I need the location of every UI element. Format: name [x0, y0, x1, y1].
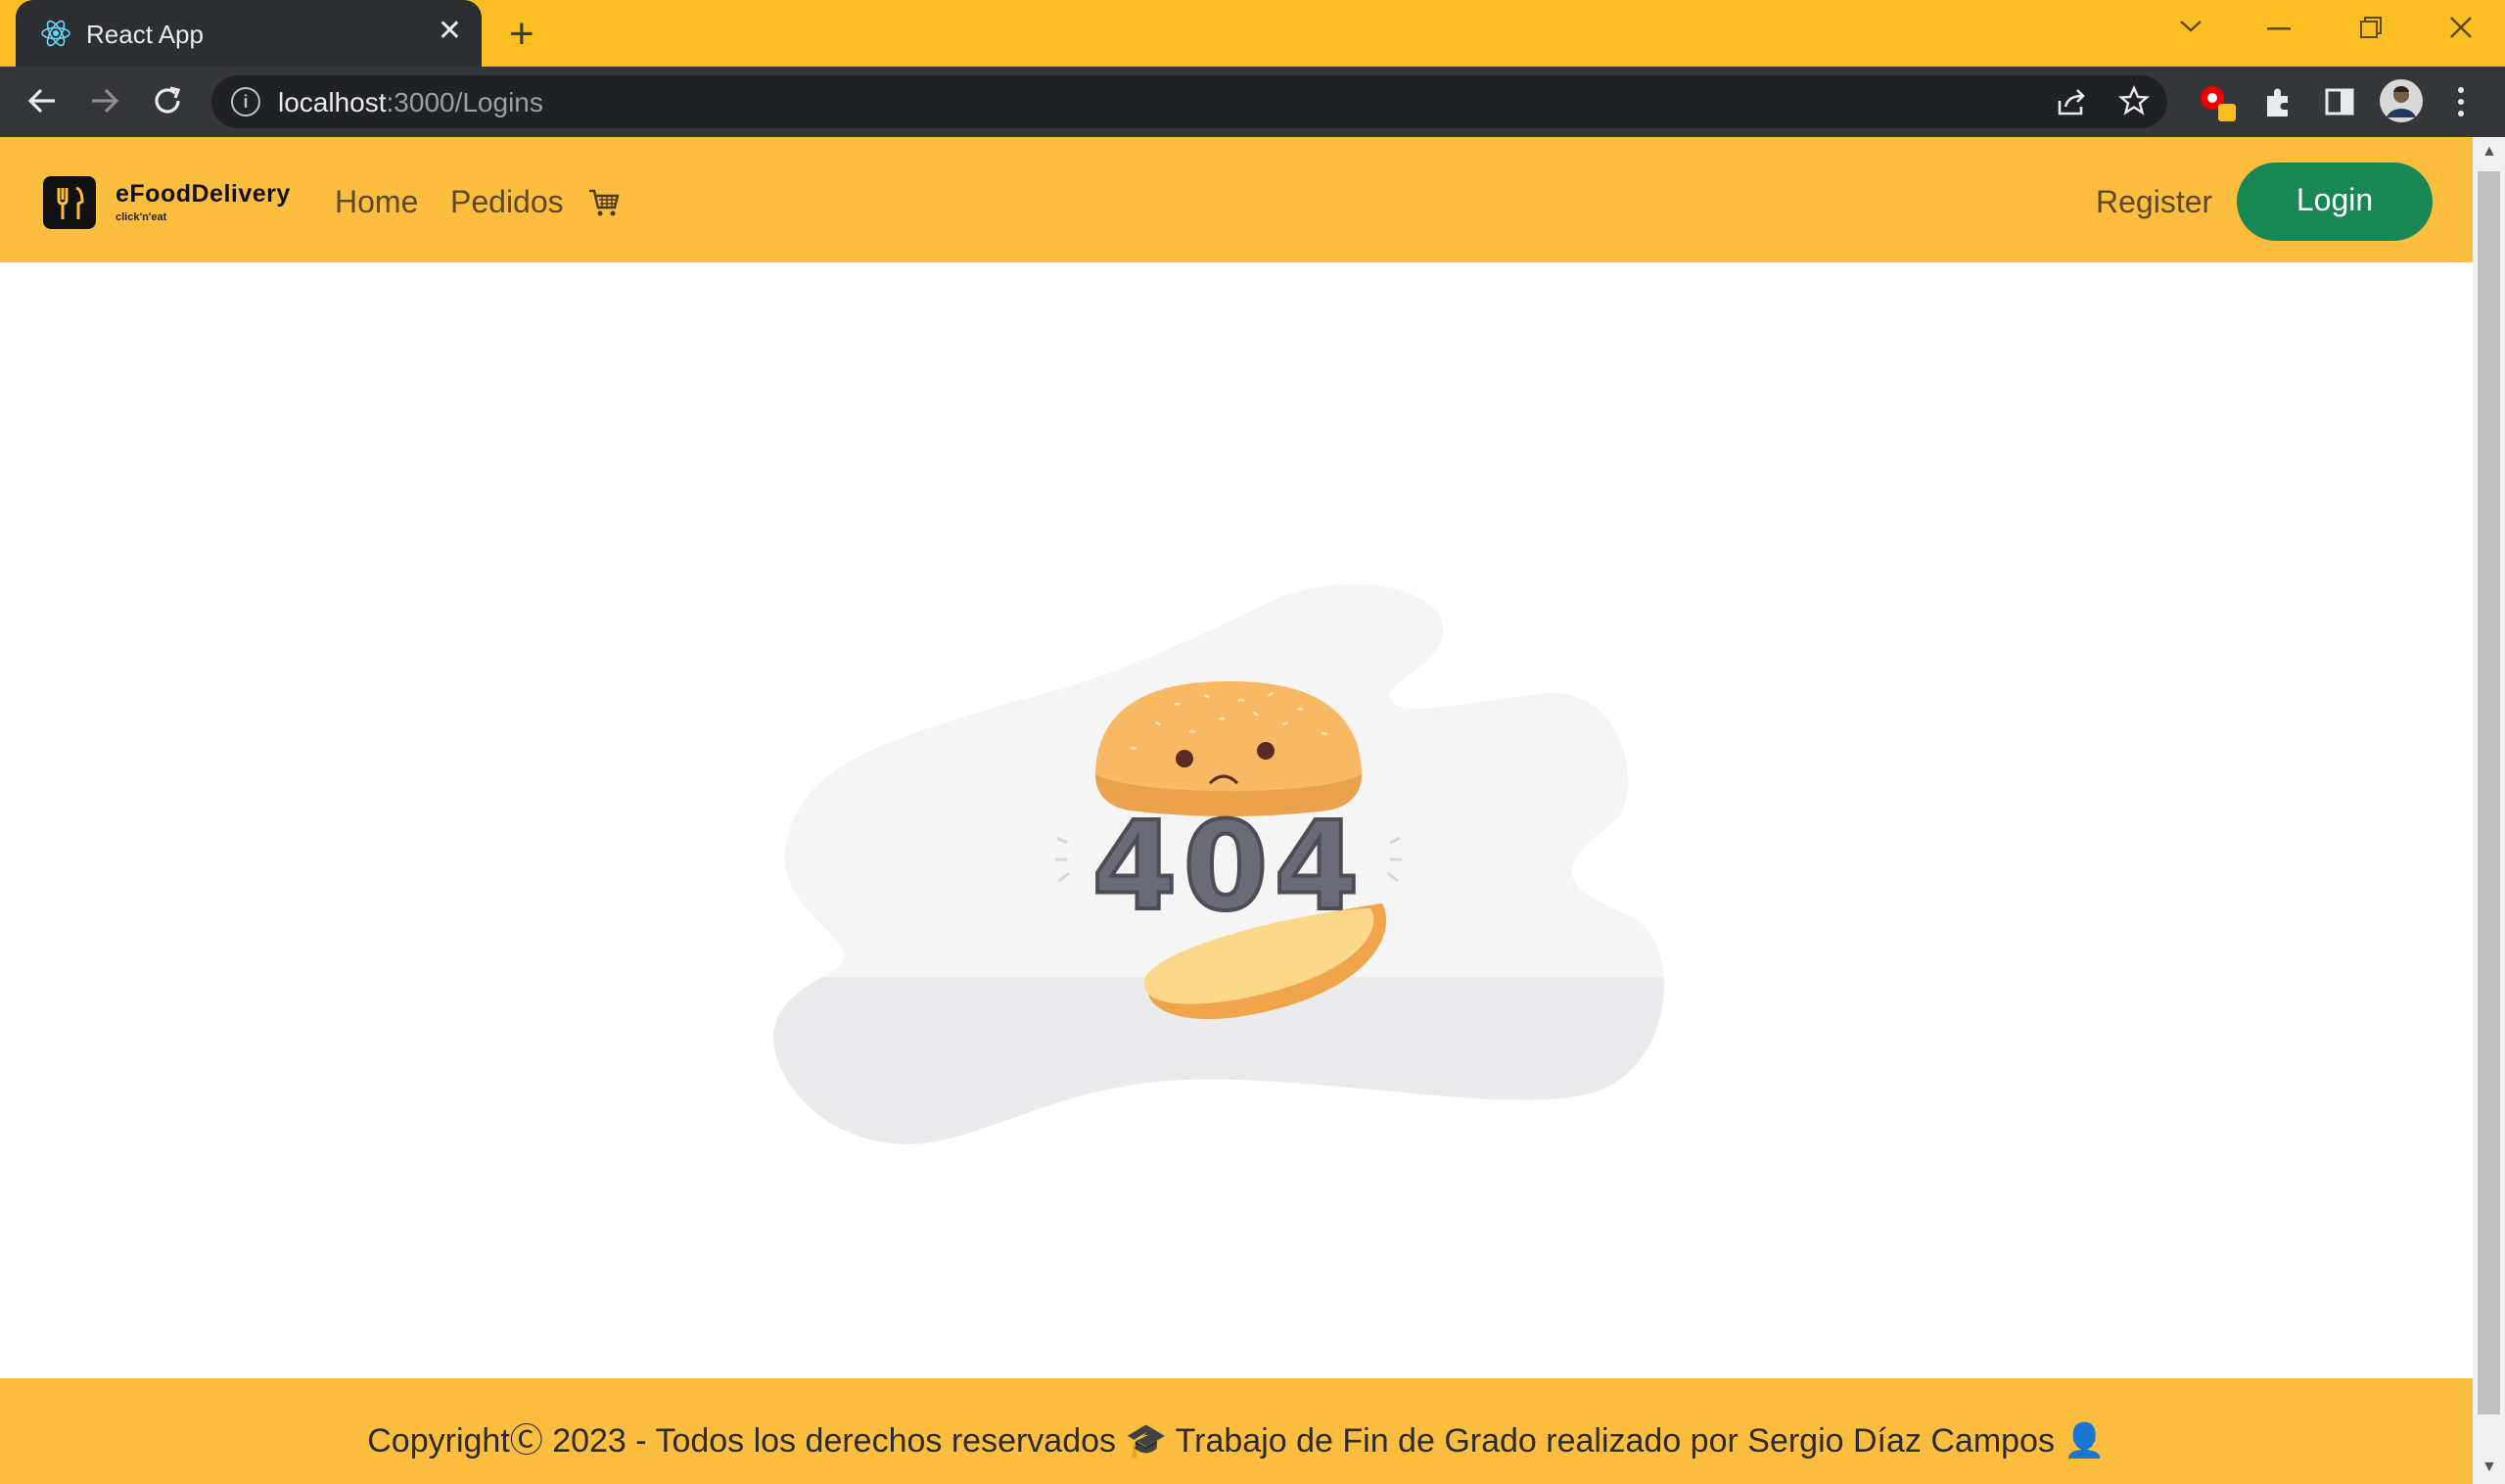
scroll-down-arrow-icon[interactable]: ▼ [2482, 1459, 2497, 1476]
footer-copyright-text: CopyrightⒸ 2023 - Todos los derechos res… [367, 1422, 2106, 1460]
error-404-illustration: 404 [773, 583, 1664, 1144]
login-button[interactable]: Login [2237, 162, 2433, 241]
site-info-icon[interactable]: i [231, 87, 260, 116]
tab-search-icon[interactable] [2178, 18, 2203, 35]
brand-logo[interactable] [43, 176, 96, 229]
scrollbar-thumb[interactable] [2478, 171, 2500, 1414]
browser-tab[interactable]: React App ✕ [16, 0, 482, 67]
reload-icon[interactable] [151, 84, 184, 117]
main-content: 404 [0, 262, 2473, 1378]
page-footer: CopyrightⒸ 2023 - Todos los derechos res… [0, 1378, 2473, 1484]
share-icon[interactable] [2056, 87, 2087, 116]
close-tab-icon[interactable]: ✕ [438, 14, 462, 48]
react-icon [41, 20, 70, 47]
url-text[interactable]: localhost:3000/Logins [278, 87, 543, 118]
brand-name[interactable]: eFoodDelivery [116, 180, 291, 209]
nav-link-register[interactable]: Register [2096, 184, 2212, 220]
url-path: :3000/Logins [386, 87, 543, 117]
close-window-icon[interactable] [2449, 16, 2473, 39]
nav-link-home[interactable]: Home [335, 184, 418, 220]
address-bar[interactable]: i localhost:3000/Logins [211, 75, 2167, 128]
side-panel-icon[interactable] [2324, 86, 2355, 117]
extensions-puzzle-icon[interactable] [2261, 86, 2295, 119]
brand-tagline: click'n'eat [116, 211, 167, 223]
scroll-up-arrow-icon[interactable]: ▲ [2482, 143, 2497, 161]
browser-toolbar: i localhost:3000/Logins [0, 67, 2505, 137]
cart-icon[interactable] [587, 188, 621, 217]
url-host: localhost [278, 87, 387, 117]
profile-avatar-icon[interactable] [2379, 78, 2424, 123]
browser-menu-icon[interactable] [2453, 84, 2469, 119]
tab-title: React App [86, 20, 204, 49]
minimize-icon[interactable] [2267, 27, 2291, 31]
app-navbar: eFoodDelivery click'n'eat Home Pedidos R… [0, 137, 2473, 262]
forward-icon[interactable] [88, 84, 121, 117]
page-scrollbar[interactable]: ▲ ▼ [2473, 137, 2505, 1484]
browser-tab-strip: React App ✕ + [0, 0, 2505, 67]
new-tab-icon[interactable]: + [509, 10, 534, 59]
back-icon[interactable] [25, 84, 59, 117]
nav-link-pedidos[interactable]: Pedidos [450, 184, 564, 220]
bookmark-star-icon[interactable] [2118, 85, 2150, 116]
extension-badge-icon[interactable] [2197, 82, 2240, 125]
restore-icon[interactable] [2359, 16, 2383, 39]
fork-knife-icon [57, 186, 84, 229]
